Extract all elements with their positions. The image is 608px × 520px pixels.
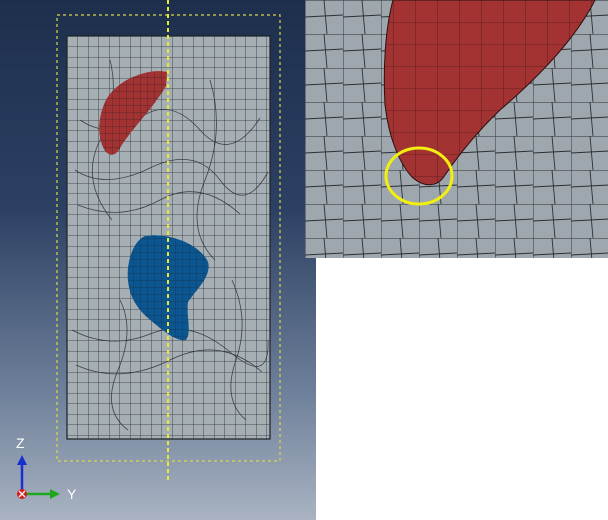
z-arrow-icon: [17, 455, 27, 465]
y-arrow-icon: [50, 489, 60, 499]
y-axis-label: Y: [67, 486, 77, 502]
inset-canvas: [305, 0, 608, 258]
viewport-canvas: Z Y: [16, 0, 281, 502]
z-axis-label: Z: [16, 435, 25, 451]
coordinate-triad: Z Y: [16, 435, 77, 502]
zoomed-inset: [305, 0, 608, 258]
model-viewport[interactable]: Z Y: [0, 0, 316, 520]
